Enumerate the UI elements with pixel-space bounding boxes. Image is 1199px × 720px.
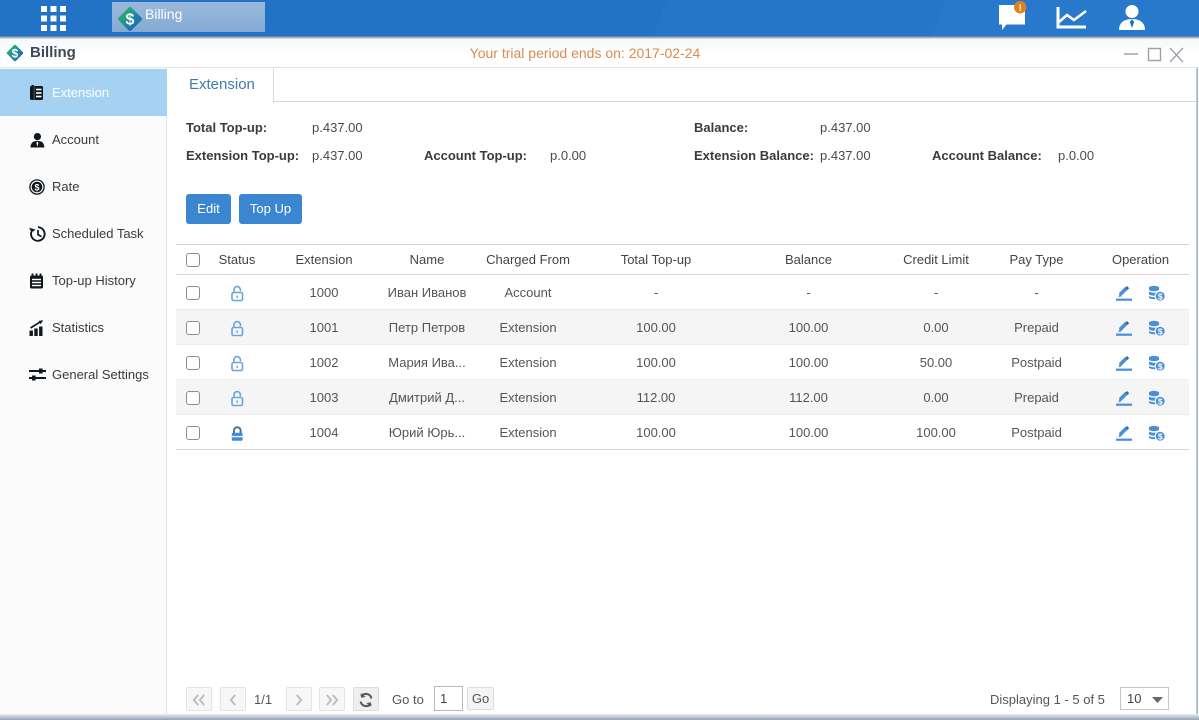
svg-text:$: $ bbox=[126, 12, 135, 29]
svg-text:$: $ bbox=[1158, 326, 1163, 336]
svg-text:!: ! bbox=[1019, 3, 1022, 14]
svg-text:$: $ bbox=[1158, 361, 1163, 371]
svg-text:$: $ bbox=[1158, 396, 1163, 406]
svg-text:$: $ bbox=[1158, 291, 1163, 301]
svg-text:$: $ bbox=[1158, 431, 1163, 441]
svg-text:$: $ bbox=[34, 182, 39, 192]
